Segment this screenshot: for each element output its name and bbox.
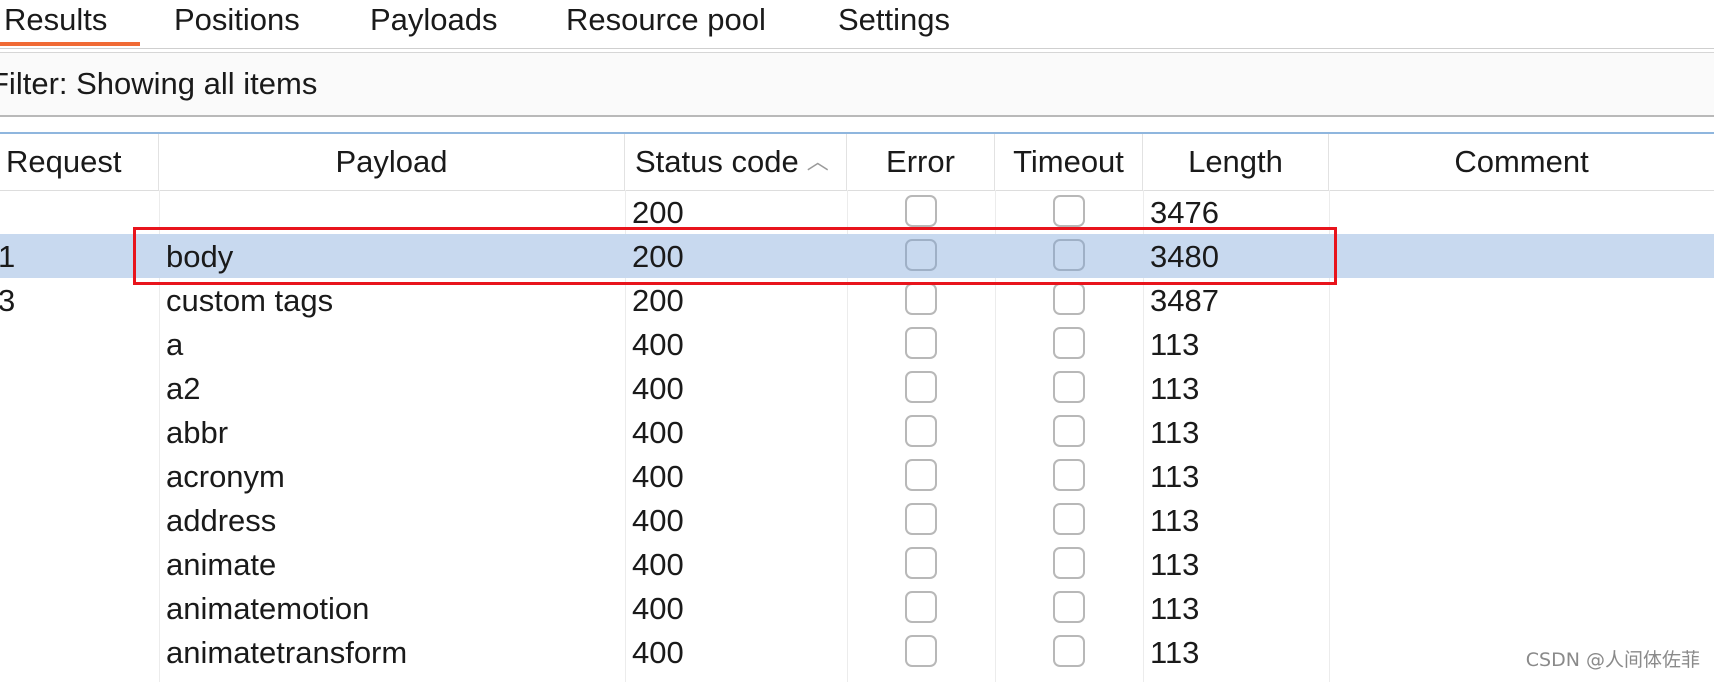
timeout-checkbox[interactable] — [1053, 547, 1085, 579]
error-checkbox[interactable] — [905, 239, 937, 271]
cell-length: 3487 — [1150, 283, 1219, 318]
cell-status-code: 400 — [632, 591, 684, 626]
table-row[interactable]: animate 400 113 — [0, 542, 1714, 586]
cell-length: 3476 — [1150, 195, 1219, 230]
cell-status-code: 400 — [632, 371, 684, 406]
cell-payload: a2 — [166, 371, 201, 406]
column-header-label: Length — [1188, 144, 1283, 179]
cell-length: 113 — [1150, 327, 1200, 362]
cell-length: 3480 — [1150, 239, 1219, 274]
cell-length: 113 — [1150, 371, 1200, 406]
tab-resource-pool[interactable]: Resource pool — [566, 0, 766, 46]
tab-positions[interactable]: Positions — [174, 0, 300, 46]
cell-status-code: 200 — [632, 195, 684, 230]
table-row[interactable]: a 400 113 — [0, 322, 1714, 366]
error-checkbox[interactable] — [905, 415, 937, 447]
timeout-checkbox[interactable] — [1053, 459, 1085, 491]
cell-payload: custom tags — [166, 283, 334, 318]
cell-length: 113 — [1150, 591, 1200, 626]
column-header-label: Payload — [335, 144, 448, 179]
cell-status-code: 200 — [632, 239, 684, 274]
table-row[interactable]: address 400 113 — [0, 498, 1714, 542]
timeout-checkbox[interactable] — [1053, 195, 1085, 227]
column-header-label: Comment — [1454, 144, 1589, 179]
column-header-label: Request — [6, 144, 122, 179]
cell-request: 1 — [0, 234, 15, 278]
timeout-checkbox[interactable] — [1053, 239, 1085, 271]
column-header-length[interactable]: Length — [1143, 134, 1329, 190]
timeout-checkbox[interactable] — [1053, 591, 1085, 623]
cell-payload: animatemotion — [166, 591, 370, 626]
tab-settings[interactable]: Settings — [838, 0, 950, 46]
watermark: CSDN @人间体佐菲 — [1525, 649, 1700, 671]
column-header-error[interactable]: Error — [847, 134, 995, 190]
timeout-checkbox[interactable] — [1053, 283, 1085, 315]
column-header-payload[interactable]: Payload — [159, 134, 625, 190]
error-checkbox[interactable] — [905, 591, 937, 623]
cell-payload: animate — [166, 547, 277, 582]
table-header: Request Payload Status code ︿ Error Timeo… — [0, 134, 1714, 191]
tab-bar: Results Positions Payloads Resource pool… — [0, 0, 1714, 49]
cell-payload: acronym — [166, 459, 285, 494]
column-header-timeout[interactable]: Timeout — [995, 134, 1143, 190]
cell-payload: body — [166, 239, 234, 274]
timeout-checkbox[interactable] — [1053, 415, 1085, 447]
table-row[interactable]: animatetransform 400 113 — [0, 630, 1714, 674]
filter-bar[interactable]: Filter: Showing all items — [0, 52, 1714, 117]
table-row[interactable]: acronym 400 113 — [0, 454, 1714, 498]
cell-payload: address — [166, 503, 277, 538]
cell-payload: a — [166, 327, 184, 362]
error-checkbox[interactable] — [905, 283, 937, 315]
cell-status-code: 400 — [632, 415, 684, 450]
timeout-checkbox[interactable] — [1053, 503, 1085, 535]
error-checkbox[interactable] — [905, 459, 937, 491]
table-row[interactable]: 200 3476 — [0, 190, 1714, 234]
column-header-label: Status code — [635, 144, 799, 179]
cell-payload: animatetransform — [166, 635, 408, 670]
cell-payload: abbr — [166, 415, 229, 450]
table-row[interactable]: 3 custom tags 200 3487 — [0, 278, 1714, 322]
column-header-label: Error — [886, 144, 955, 179]
error-checkbox[interactable] — [905, 195, 937, 227]
cell-length: 113 — [1150, 459, 1200, 494]
cell-length: 113 — [1150, 547, 1200, 582]
cell-length: 113 — [1150, 635, 1200, 670]
column-header-label: Timeout — [1013, 144, 1124, 179]
column-header-status-code[interactable]: Status code ︿ — [625, 134, 847, 190]
cell-status-code: 400 — [632, 327, 684, 362]
cell-status-code: 400 — [632, 547, 684, 582]
results-table: Request Payload Status code ︿ Error Timeo… — [0, 132, 1714, 682]
filter-label: Filter: Showing all items — [0, 66, 318, 101]
timeout-checkbox[interactable] — [1053, 635, 1085, 667]
table-row[interactable]: animatemotion 400 113 — [0, 586, 1714, 630]
cell-status-code: 400 — [632, 459, 684, 494]
tab-payloads[interactable]: Payloads — [370, 0, 498, 46]
table-row[interactable]: 1 body 200 3480 — [0, 234, 1714, 278]
error-checkbox[interactable] — [905, 327, 937, 359]
chevron-up-icon: ︿ — [806, 149, 829, 174]
error-checkbox[interactable] — [905, 635, 937, 667]
table-row[interactable]: abbr 400 113 — [0, 410, 1714, 454]
timeout-checkbox[interactable] — [1053, 371, 1085, 403]
table-row[interactable]: a2 400 113 — [0, 366, 1714, 410]
cell-length: 113 — [1150, 503, 1200, 538]
cell-status-code: 400 — [632, 635, 684, 670]
cell-length: 113 — [1150, 415, 1200, 450]
timeout-checkbox[interactable] — [1053, 327, 1085, 359]
cell-request: 3 — [0, 278, 15, 322]
column-header-comment[interactable]: Comment — [1329, 134, 1714, 190]
tab-results[interactable]: Results — [0, 0, 141, 46]
error-checkbox[interactable] — [905, 547, 937, 579]
cell-status-code: 200 — [632, 283, 684, 318]
error-checkbox[interactable] — [905, 371, 937, 403]
error-checkbox[interactable] — [905, 503, 937, 535]
cell-status-code: 400 — [632, 503, 684, 538]
column-header-request[interactable]: Request — [0, 134, 159, 190]
